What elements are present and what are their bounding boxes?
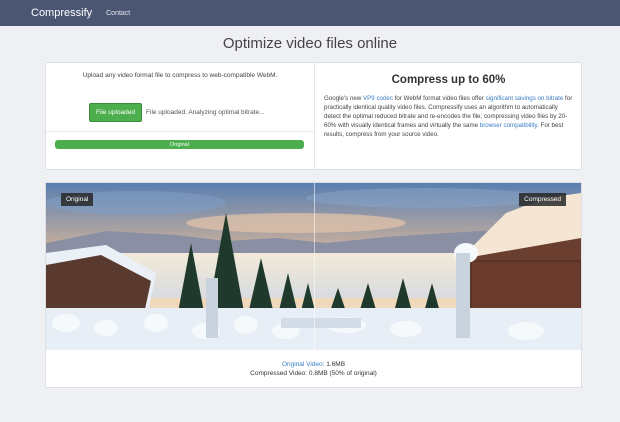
file-uploaded-button[interactable]: File uploaded: [89, 103, 143, 122]
info-panel: Compress up to 60% Google's new VP9 code…: [315, 63, 582, 169]
original-video-link[interactable]: Original Video: [282, 361, 323, 368]
progress-fill: Original: [55, 140, 304, 149]
file-size-info: Original Video: 1.6MB Compressed Video: …: [46, 360, 581, 378]
original-size: : 1.6MB: [322, 361, 346, 368]
navbar: Compressify Contact: [0, 0, 620, 26]
upload-hint: Upload any video format file to compress…: [82, 72, 278, 79]
divider: [46, 131, 314, 132]
comparison-split-handle[interactable]: [314, 183, 315, 350]
compressed-label: Compressed: [519, 193, 566, 206]
desc-text: Google's new: [324, 95, 364, 102]
vp9-codec-link[interactable]: VP9 codec: [363, 95, 393, 102]
compressed-size-line: Compressed Video: 0.8MB (50% of original…: [250, 370, 377, 377]
upload-panel: Upload any video format file to compress…: [46, 63, 314, 169]
comparison-image[interactable]: Original Compressed: [46, 183, 581, 350]
brand-logo[interactable]: Compressify: [31, 7, 92, 19]
original-label: Original: [61, 193, 94, 206]
page-title: Optimize video files online: [222, 35, 398, 52]
browser-compatibility-link[interactable]: browser compatibility: [480, 122, 537, 129]
desc-text: for WebM format video files offer: [392, 95, 486, 102]
comparison-card: Original Compressed Original Video: 1.6M…: [45, 182, 582, 388]
upload-row: File uploaded File uploaded. Analyzing o…: [89, 103, 265, 122]
compress-heading: Compress up to 60%: [391, 74, 506, 86]
upload-info-card: Upload any video format file to compress…: [45, 62, 582, 170]
nav-link-contact[interactable]: Contact: [106, 10, 130, 17]
bitrate-savings-link[interactable]: significant savings on bitrate: [486, 95, 564, 102]
original-size-line: Original Video: 1.6MB: [46, 360, 581, 369]
progress-bar: Original: [55, 140, 304, 149]
compress-description: Google's new VP9 codec for WebM format v…: [324, 94, 575, 139]
upload-status-text: File uploaded. Analyzing optimal bitrate…: [146, 109, 265, 116]
